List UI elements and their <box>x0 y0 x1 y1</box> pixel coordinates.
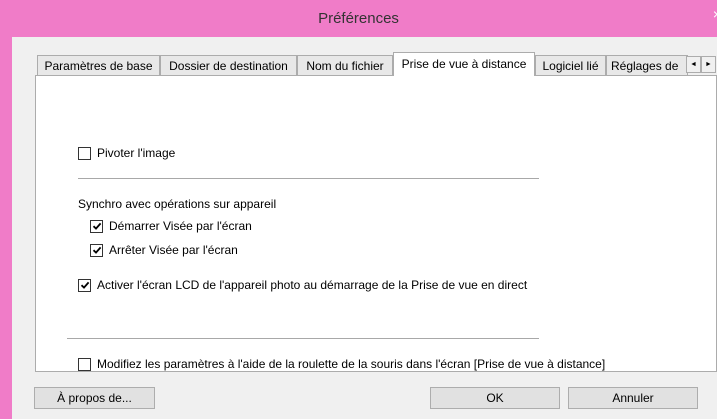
tab-nom-du-fichier[interactable]: Nom du fichier <box>297 55 393 75</box>
start-view-checkbox[interactable] <box>90 219 103 233</box>
cancel-button[interactable]: Annuler <box>568 387 698 409</box>
stop-view-label: Arrêter Visée par l'écran <box>109 243 238 257</box>
ok-button[interactable]: OK <box>430 387 560 409</box>
mouse-wheel-checkbox[interactable] <box>78 357 91 371</box>
checkmark-icon <box>92 222 101 230</box>
title-bar: Préférences × <box>0 0 717 37</box>
tab-logiciel-lie[interactable]: Logiciel lié <box>535 55 606 75</box>
tab-dossier-de-destination[interactable]: Dossier de destination <box>160 55 297 75</box>
mouse-wheel-label: Modifiez les paramètres à l'aide de la r… <box>97 357 606 371</box>
separator <box>67 338 539 339</box>
stop-view-checkbox[interactable] <box>90 243 103 257</box>
rotate-option[interactable]: Pivoter l'image <box>78 146 175 160</box>
scroll-right-icon[interactable]: ► <box>701 56 716 73</box>
sync-heading-label: Synchro avec opérations sur appareil <box>78 197 277 211</box>
enable-lcd-label: Activer l'écran LCD de l'appareil photo … <box>97 278 528 292</box>
about-button[interactable]: À propos de... <box>34 387 155 409</box>
sync-heading: Synchro avec opérations sur appareil <box>78 197 276 211</box>
tab-scroll-arrows: ◄ ► <box>686 56 717 73</box>
tab-prise-de-vue-a-distance[interactable]: Prise de vue à distance <box>393 52 535 76</box>
enable-lcd-option[interactable]: Activer l'écran LCD de l'appareil photo … <box>78 278 527 292</box>
stop-view-option[interactable]: Arrêter Visée par l'écran <box>90 243 238 257</box>
checkmark-icon <box>80 281 89 289</box>
mouse-wheel-option[interactable]: Modifiez les paramètres à l'aide de la r… <box>78 357 605 371</box>
scroll-left-icon[interactable]: ◄ <box>686 56 701 73</box>
enable-lcd-checkbox[interactable] <box>78 278 91 292</box>
start-view-option[interactable]: Démarrer Visée par l'écran <box>90 219 252 233</box>
close-icon[interactable]: × <box>713 6 717 22</box>
dialog-body: Paramètres de base Dossier de destinatio… <box>12 37 717 419</box>
tab-panel: Pivoter l'image Synchro avec opérations … <box>35 75 717 372</box>
window-title: Préférences <box>318 10 399 27</box>
tab-parametres-de-base[interactable]: Paramètres de base <box>37 55 160 75</box>
rotate-label: Pivoter l'image <box>97 146 176 160</box>
tab-reglages[interactable]: Réglages de <box>606 55 688 75</box>
checkmark-icon <box>92 246 101 254</box>
separator <box>78 178 539 179</box>
start-view-label: Démarrer Visée par l'écran <box>109 219 252 233</box>
rotate-checkbox[interactable] <box>78 146 91 160</box>
